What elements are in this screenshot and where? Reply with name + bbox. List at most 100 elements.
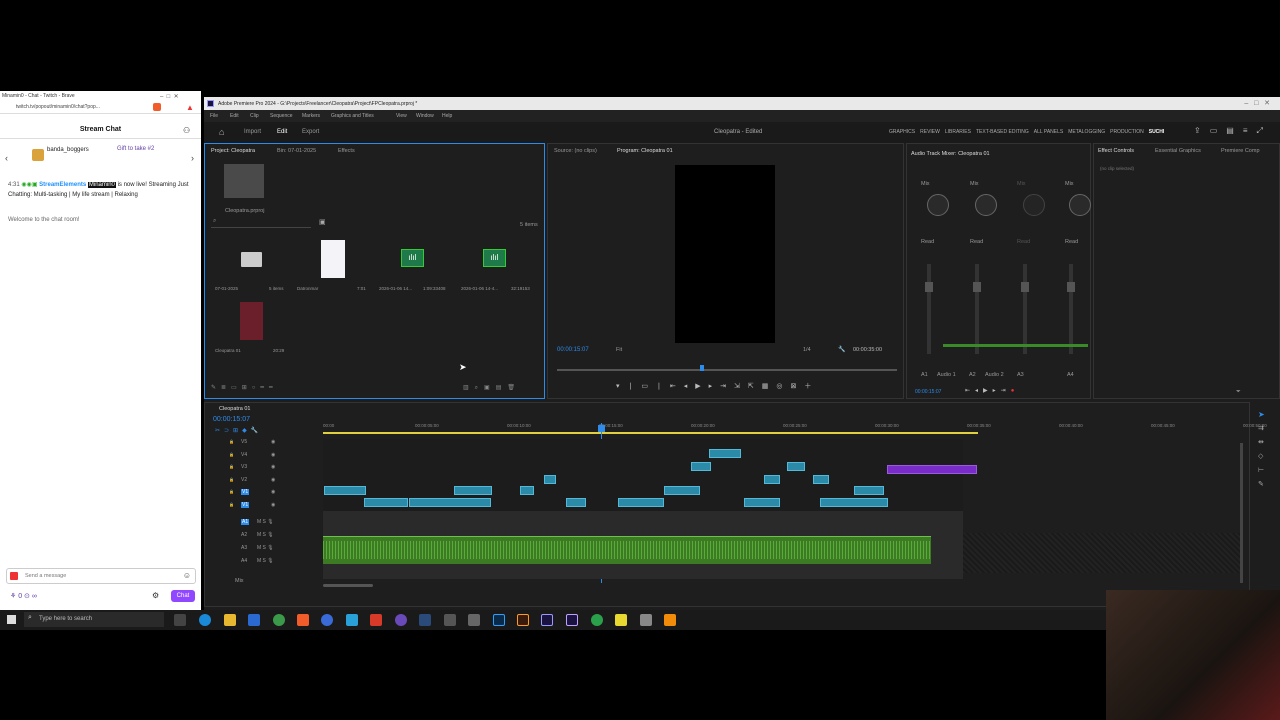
video-track-header[interactable]: 🔒 V2 ◉ <box>223 477 313 488</box>
after-effects-icon[interactable] <box>566 614 578 626</box>
video-track-header[interactable]: 🔒 V1 ◉ <box>223 489 313 500</box>
wrench-icon[interactable]: 🔧 <box>838 346 845 353</box>
workspace-tab[interactable]: LIBRARIES <box>945 129 971 135</box>
workspace-tab[interactable]: PRODUCTION <box>1110 129 1144 135</box>
timeline-clip[interactable] <box>544 475 556 484</box>
filter-icon[interactable]: ⏷ <box>1236 389 1241 396</box>
pinned-user[interactable]: banda_boggers <box>47 147 89 153</box>
store-icon[interactable] <box>248 614 260 626</box>
timeline-clip[interactable] <box>664 486 700 495</box>
timeline-clip[interactable] <box>787 462 805 471</box>
timeline-ruler[interactable]: 00:00 00:00:05:00 00:00:10:00 00:00:15:00 00… <box>323 423 1267 437</box>
app-icon-7[interactable] <box>640 614 652 626</box>
horizontal-scrollbar[interactable] <box>323 584 373 587</box>
menu-item-sequence[interactable]: Sequence <box>270 113 293 119</box>
sticky-notes-icon[interactable] <box>615 614 627 626</box>
lock-icon[interactable]: 🔒 <box>229 502 234 507</box>
menu-item-clip[interactable]: Clip <box>250 113 259 119</box>
timeline-clip[interactable] <box>566 498 586 507</box>
lock-icon[interactable]: 🔒 <box>229 489 234 494</box>
program-timecode[interactable]: 00:00:15:07 <box>557 347 589 353</box>
eye-icon[interactable]: ◉ <box>271 439 275 445</box>
tab-essential-graphics[interactable]: Essential Graphics <box>1155 148 1201 154</box>
audio-track-header[interactable]: A1 M S 🎙 <box>223 519 313 530</box>
video-track-header[interactable]: 🔒 V4 ◉ <box>223 452 313 463</box>
timeline-clip[interactable] <box>887 465 977 474</box>
eye-icon[interactable]: ◉ <box>271 489 275 495</box>
audio-clip-waveform[interactable] <box>323 536 931 564</box>
timeline-timecode[interactable]: 00:00:15:07 <box>213 416 250 423</box>
workspace-tab[interactable]: TEXT-BASED EDITING <box>976 129 1029 135</box>
timeline-clip[interactable] <box>813 475 829 484</box>
pan-knob-2[interactable] <box>975 194 997 216</box>
mute-solo-icons[interactable]: M S 🎙 <box>257 545 274 551</box>
window-controls[interactable]: – □ ✕ <box>1244 99 1270 107</box>
mix-label-4[interactable]: Mix <box>1065 181 1074 187</box>
app-icon-1[interactable] <box>321 614 333 626</box>
toolbar-icons[interactable]: ⇪▭▤≡⤢ <box>1194 126 1272 136</box>
menu-item-file[interactable]: File <box>210 113 218 119</box>
timeline-clip[interactable] <box>409 498 491 507</box>
quality-dropdown[interactable]: 1/4 <box>803 347 811 353</box>
project-item-image[interactable]: Datronmar 7:01 <box>293 238 366 293</box>
tab-source[interactable]: Source: (no clips) <box>554 148 597 154</box>
brave-icon[interactable] <box>297 614 309 626</box>
mix-label-2[interactable]: Mix <box>970 181 979 187</box>
warning-icon[interactable]: ▲ <box>186 103 194 112</box>
menu-item-view[interactable]: View <box>396 113 407 119</box>
lock-icon[interactable]: 🔒 <box>229 439 234 444</box>
lock-icon[interactable]: 🔒 <box>229 452 234 457</box>
photoshop-icon[interactable] <box>493 614 505 626</box>
obs-icon[interactable] <box>395 614 407 626</box>
menu-item-edit[interactable]: Edit <box>230 113 239 119</box>
fit-dropdown[interactable]: Fit <box>616 347 622 353</box>
read-label-1[interactable]: Read <box>921 239 934 245</box>
taskbar-search[interactable]: ⌕ Type here to search <box>24 612 164 627</box>
tab-effect-controls[interactable]: Effect Controls <box>1098 148 1134 154</box>
settings-icon[interactable]: ⚙ <box>152 591 159 600</box>
timeline-clip[interactable] <box>744 498 780 507</box>
mode-import[interactable]: Import <box>244 129 261 135</box>
mute-solo-icons[interactable]: M S 🎙 <box>257 519 274 525</box>
menu-item-graphics-and-titles[interactable]: Graphics and Titles <box>331 113 374 119</box>
workspace-tab[interactable]: ALL PANELS <box>1034 129 1063 135</box>
vertical-scrollbar[interactable] <box>1240 443 1243 583</box>
chat-send-button[interactable]: Chat <box>171 590 195 602</box>
home-icon[interactable]: ⌂ <box>219 127 224 137</box>
eye-icon[interactable]: ◉ <box>271 464 275 470</box>
project-footer-right-icons[interactable]: ▥⌕▣▤🗑 <box>463 384 521 392</box>
workspace-tab[interactable]: SUCHI <box>1149 129 1165 135</box>
address-bar[interactable]: twitch.tv/popout/minamin0/chat?pop... <box>16 104 146 112</box>
selection-tool-icon[interactable]: ➤ <box>1258 410 1265 419</box>
project-item-sequence[interactable]: Cleopatra 01 20:29 <box>215 300 295 356</box>
video-track-header[interactable]: 🔒 V1 ◉ <box>223 501 313 513</box>
chevron-right-icon[interactable]: › <box>191 153 194 163</box>
pen-icon[interactable]: ✎ <box>1258 480 1264 488</box>
timeline-clip[interactable] <box>854 486 884 495</box>
windows-start-icon[interactable] <box>7 615 16 624</box>
tab-program[interactable]: Program: Cleopatra 01 <box>617 148 673 154</box>
tab-timeline[interactable]: Cleopatra 01 <box>219 406 251 412</box>
app-icon-4[interactable] <box>444 614 456 626</box>
read-label-2[interactable]: Read <box>970 239 983 245</box>
mute-solo-icons[interactable]: M S 🎙 <box>257 532 274 538</box>
brave-shield-icon[interactable] <box>153 103 161 111</box>
edge-icon[interactable] <box>199 614 211 626</box>
fader-4[interactable] <box>1067 264 1075 354</box>
playhead-marker[interactable] <box>700 365 704 371</box>
menu-item-help[interactable]: Help <box>442 113 452 119</box>
pan-knob-4[interactable] <box>1069 194 1091 216</box>
eye-icon[interactable]: ◉ <box>271 452 275 458</box>
emote-icon[interactable]: ☺ <box>183 571 191 580</box>
tab-effects[interactable]: Effects <box>338 148 355 154</box>
slip-icon[interactable]: ⊢ <box>1258 466 1264 474</box>
playhead-head-icon[interactable] <box>598 425 605 432</box>
eye-icon[interactable]: ◉ <box>271 477 275 483</box>
track-select-icon[interactable]: ⇉ <box>1258 424 1264 432</box>
chevron-left-icon[interactable]: ‹ <box>5 153 8 163</box>
new-bin-icon[interactable]: ▣ <box>319 218 326 226</box>
fader-3[interactable] <box>1021 264 1029 354</box>
app-icon-6[interactable] <box>591 614 603 626</box>
project-search-input[interactable]: ⌕ <box>211 218 311 228</box>
message-user[interactable]: StreamElements <box>39 182 86 188</box>
